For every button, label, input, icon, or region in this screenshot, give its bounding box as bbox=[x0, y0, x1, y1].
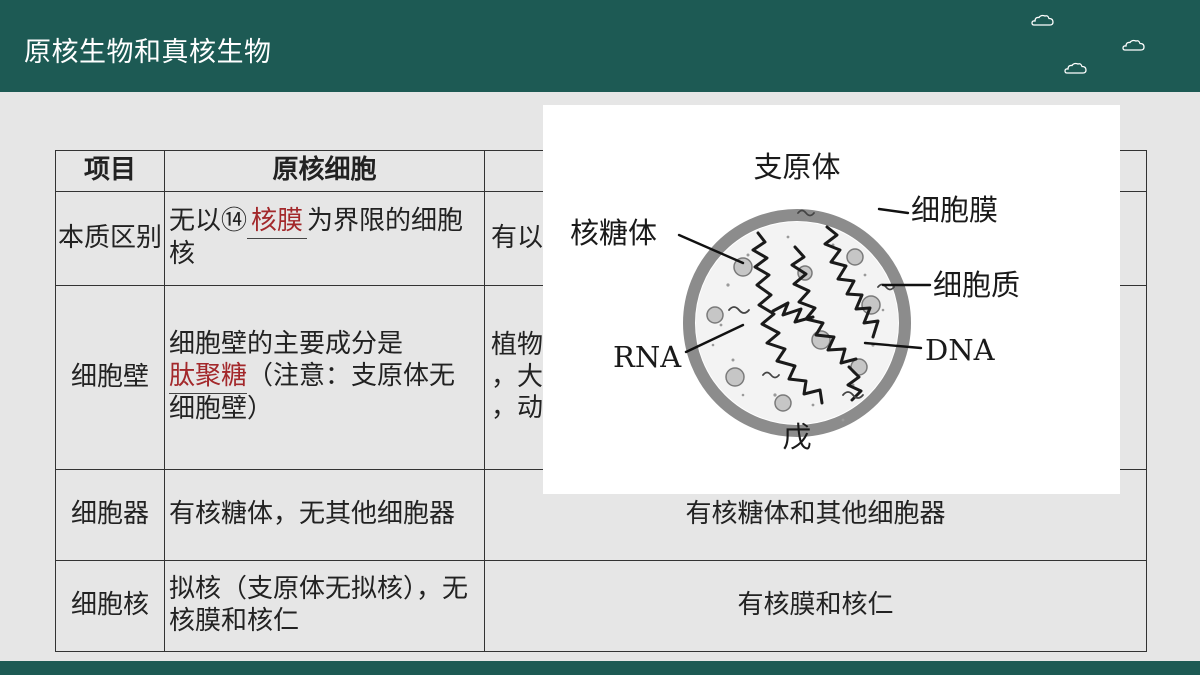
row-label-wall: 细胞壁 bbox=[55, 285, 165, 470]
cell-prokaryote-wall: 细胞壁的主要成分是 肽聚糖（注意：支原体无细胞壁） bbox=[164, 285, 485, 470]
answer-nuclear-membrane: 核膜 bbox=[251, 206, 304, 237]
label-cytoplasm: 细胞质 bbox=[933, 268, 1020, 302]
row-label-essence: 本质区别 bbox=[55, 191, 165, 286]
cell-prokaryote-nucleus: 拟核（支原体无拟核），无核膜和核仁 bbox=[164, 560, 485, 652]
bottom-bar bbox=[0, 661, 1200, 675]
row-label-nucleus: 细胞核 bbox=[55, 560, 165, 652]
row-label-organelle: 细胞器 bbox=[55, 469, 165, 561]
cloud-icon bbox=[1122, 39, 1145, 51]
cloud-icon bbox=[1031, 14, 1054, 26]
figure-title: 支原体 bbox=[753, 150, 840, 184]
label-membrane: 细胞膜 bbox=[911, 193, 998, 227]
mycoplasma-figure: 支原体 细胞膜 核糖体 细胞质 RNA DNA 戊 bbox=[543, 105, 1120, 494]
cell-prokaryote-organelle: 有核糖体，无其他细胞器 bbox=[164, 469, 485, 561]
header-item: 项目 bbox=[55, 150, 165, 192]
answer-peptidoglycan: 肽聚糖 bbox=[169, 361, 248, 392]
cell-eukaryote-nucleus: 有核膜和核仁 bbox=[484, 560, 1147, 652]
label-dna: DNA bbox=[925, 333, 996, 367]
title-bar: 原核生物和真核生物 bbox=[0, 0, 1200, 92]
table-row: 细胞核 拟核（支原体无拟核），无核膜和核仁 有核膜和核仁 bbox=[55, 560, 1147, 652]
label-rna: RNA bbox=[613, 340, 682, 374]
label-ribosome: 核糖体 bbox=[570, 216, 657, 250]
header-prokaryote: 原核细胞 bbox=[164, 150, 485, 192]
cell-prokaryote-essence: 无以⑭ 核膜 为界限的细胞核 bbox=[164, 191, 485, 286]
figure-caption: 戊 bbox=[782, 420, 811, 454]
cloud-icon bbox=[1064, 62, 1087, 74]
slide-title: 原核生物和真核生物 bbox=[24, 37, 272, 68]
